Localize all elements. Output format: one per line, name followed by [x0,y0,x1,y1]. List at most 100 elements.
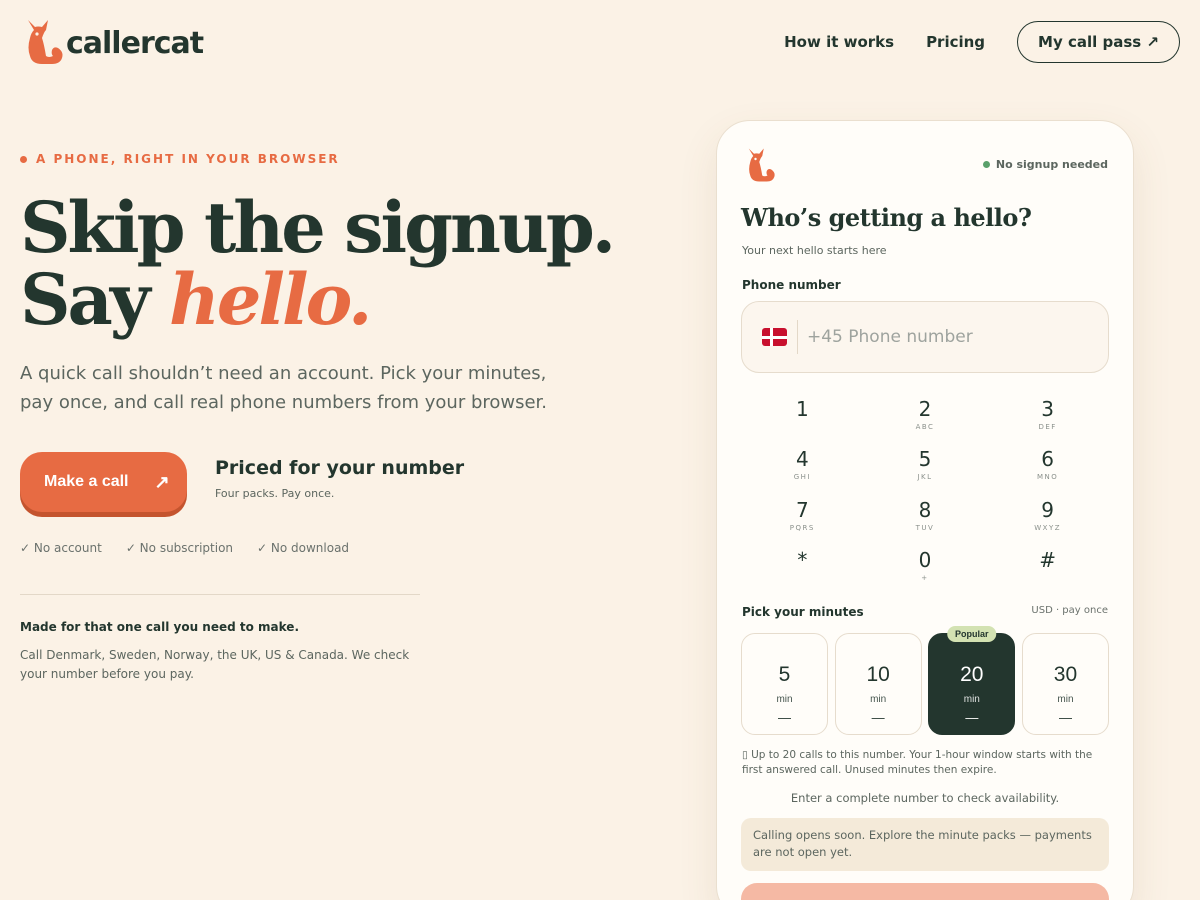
pack-price: — [965,710,979,725]
pack-10-min[interactable]: 10 min — [834,633,922,735]
cat-logo-icon [748,148,775,182]
dial-keypad: 1 2 ABC 3 DEF 4 GHI 5 JKL 6 MNO 7 PQRS 8 TUV 9W… [741,389,1109,591]
key-1[interactable]: 1 [741,389,864,440]
minute-packs: 5 min — 10 min — Popular 20 min — 30 min… [741,626,1109,735]
pack-price: — [778,710,791,725]
pack-unit: min [870,694,887,705]
denmark-flag-icon[interactable] [762,328,787,346]
pack-unit: min [1057,694,1074,705]
key-4[interactable]: 4 GHI [741,440,864,491]
key-letters: GHI [793,473,811,482]
key-letters [741,574,864,583]
key-star[interactable]: * [741,541,864,592]
popular-badge: Popular [947,626,997,642]
pack-unit: min [963,694,980,705]
key-letters: + [921,574,929,583]
key-digit: 2 [918,396,932,421]
call-card: No signup needed Who’s getting a hello? … [716,120,1134,900]
key-digit: * [797,548,808,573]
priced-title: Priced for your number [215,457,465,479]
phone-field[interactable] [741,301,1109,373]
section-divider [20,594,420,595]
cat-logo-icon [28,20,63,64]
cta-label: Make a call [44,473,129,490]
hero-lead: A quick call shouldn’t need an account. … [20,363,548,413]
check-no-account: ✓ No account [20,541,102,555]
check-no-download: ✓ No download [257,541,350,555]
phone-label: Phone number [742,278,841,292]
availability-hint: Enter a complete number to check availab… [790,791,1060,805]
priced-block: Priced for your number Four packs. Pay o… [215,457,464,500]
pack-note: ▯ Up to 20 calls to this number. Your 1-… [742,749,1093,776]
card-subtitle: Your next hello starts here [742,244,887,257]
pack-20-min[interactable]: Popular 20 min — [928,626,1016,735]
key-8[interactable]: 8 TUV [864,490,987,541]
key-letters: MNO [1037,473,1059,482]
headline-say: Say [20,258,169,341]
check-no-subscription: ✓ No subscription [125,541,234,555]
badge-text: No signup needed [995,158,1108,171]
hero-eyebrow: A PHONE, RIGHT IN YOUR BROWSER [20,152,340,166]
key-letters: ABC [915,422,935,431]
headline-line-1: Skip the signup. [20,186,616,269]
pack-price: — [1058,710,1072,725]
site-header: callercat How it works Pricing My call p… [0,0,1200,90]
nav-pricing[interactable]: Pricing [926,33,985,51]
key-letters: PQRS [789,523,815,532]
logo-wordmark: callercat [66,25,204,61]
pack-minutes: 20 [960,663,984,686]
key-7[interactable]: 7 PQRS [741,490,864,541]
start-call-button[interactable] [741,883,1109,900]
eyebrow-text: A PHONE, RIGHT IN YOUR BROWSER [36,152,340,166]
arrow-up-right-icon: ↗ [154,471,170,492]
pack-minutes: 10 [866,663,890,686]
hero-headline: Skip the signup. Say hello. [20,192,616,336]
key-digit: 9 [1041,497,1055,522]
pack-minutes: 5 [778,663,791,686]
key-letters [986,574,1109,583]
key-3[interactable]: 3 DEF [986,389,1109,440]
made-for-body: Call Denmark, Sweden, Norway, the UK, US… [20,648,410,681]
pack-30-min[interactable]: 30 min — [1021,633,1109,735]
feature-checks: ✓ No account ✓ No subscription ✓ No down… [20,541,373,555]
key-digit: # [1039,548,1057,573]
currency-note: USD · pay once [1031,605,1108,616]
key-5[interactable]: 5 JKL [864,440,987,491]
logo[interactable]: callercat [22,18,204,66]
key-digit: 7 [795,497,809,522]
key-digit: 5 [918,447,932,472]
key-letters: DEF [1038,422,1057,431]
calling-soon-notice: Calling opens soon. Explore the minute p… [741,818,1109,871]
pack-minutes: 30 [1053,663,1078,686]
minutes-label: Pick your minutes [742,605,864,619]
make-a-call-button[interactable]: Make a call ↗ [20,452,187,512]
card-title: Who’s getting a hello? [741,203,1032,232]
key-digit: 6 [1041,447,1055,472]
key-2[interactable]: 2 ABC [864,389,987,440]
key-digit: 0 [918,548,932,573]
key-6[interactable]: 6 MNO [986,440,1109,491]
key-letters: WXYZ [1034,523,1062,532]
key-9[interactable]: 9 WXYZ [986,490,1109,541]
headline-accent: hello. [168,258,372,341]
key-letters: JKL [917,473,933,482]
key-0[interactable]: 0 + [864,541,987,592]
pack-unit: min [776,694,793,705]
key-hash[interactable]: # [986,541,1109,592]
phone-input[interactable] [807,327,1087,347]
pack-price: — [871,710,885,725]
main-nav: How it works Pricing My call pass ↗ [784,21,1180,63]
status-dot-icon [982,161,990,168]
phone-separator [797,320,798,354]
key-letters [741,423,864,432]
key-letters: TUV [915,523,935,532]
pack-5-min[interactable]: 5 min — [741,633,828,735]
no-signup-badge: No signup needed [982,158,1108,171]
key-digit: 8 [918,497,932,522]
key-digit: 3 [1041,396,1055,421]
eyebrow-dot-icon [20,155,27,163]
priced-subtitle: Four packs. Pay once. [215,487,335,500]
key-digit: 4 [795,447,809,472]
nav-how-it-works[interactable]: How it works [784,33,894,51]
my-call-pass-button[interactable]: My call pass ↗ [1017,21,1180,63]
